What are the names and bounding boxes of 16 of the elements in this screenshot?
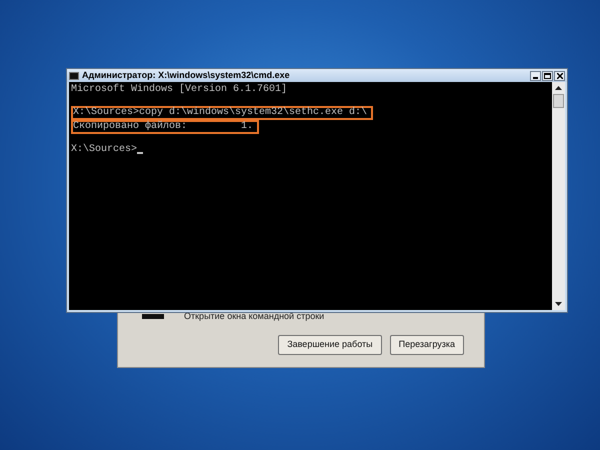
maximize-button[interactable]	[542, 70, 553, 80]
minimize-button[interactable]	[530, 70, 541, 80]
dialog-caption: Открытие окна командной строки	[184, 310, 324, 323]
minimize-icon	[533, 76, 538, 78]
console-line: Microsoft Windows [Version 6.1.7601]	[71, 85, 288, 95]
window-title: Администратор: X:\windows\system32\cmd.exe	[82, 71, 290, 80]
console-line: X:\Sources>	[71, 145, 138, 155]
dialog-button[interactable]: Перезагрузка	[390, 335, 464, 355]
command-prompt-icon	[142, 314, 164, 319]
close-button[interactable]	[554, 70, 565, 80]
cmd-app-icon	[69, 72, 79, 80]
close-icon	[556, 72, 562, 78]
scrollbar[interactable]	[552, 82, 565, 310]
maximize-icon	[544, 72, 551, 78]
scrollbar-thumb[interactable]	[553, 94, 564, 108]
dialog-button[interactable]: Завершение работы	[278, 335, 382, 355]
